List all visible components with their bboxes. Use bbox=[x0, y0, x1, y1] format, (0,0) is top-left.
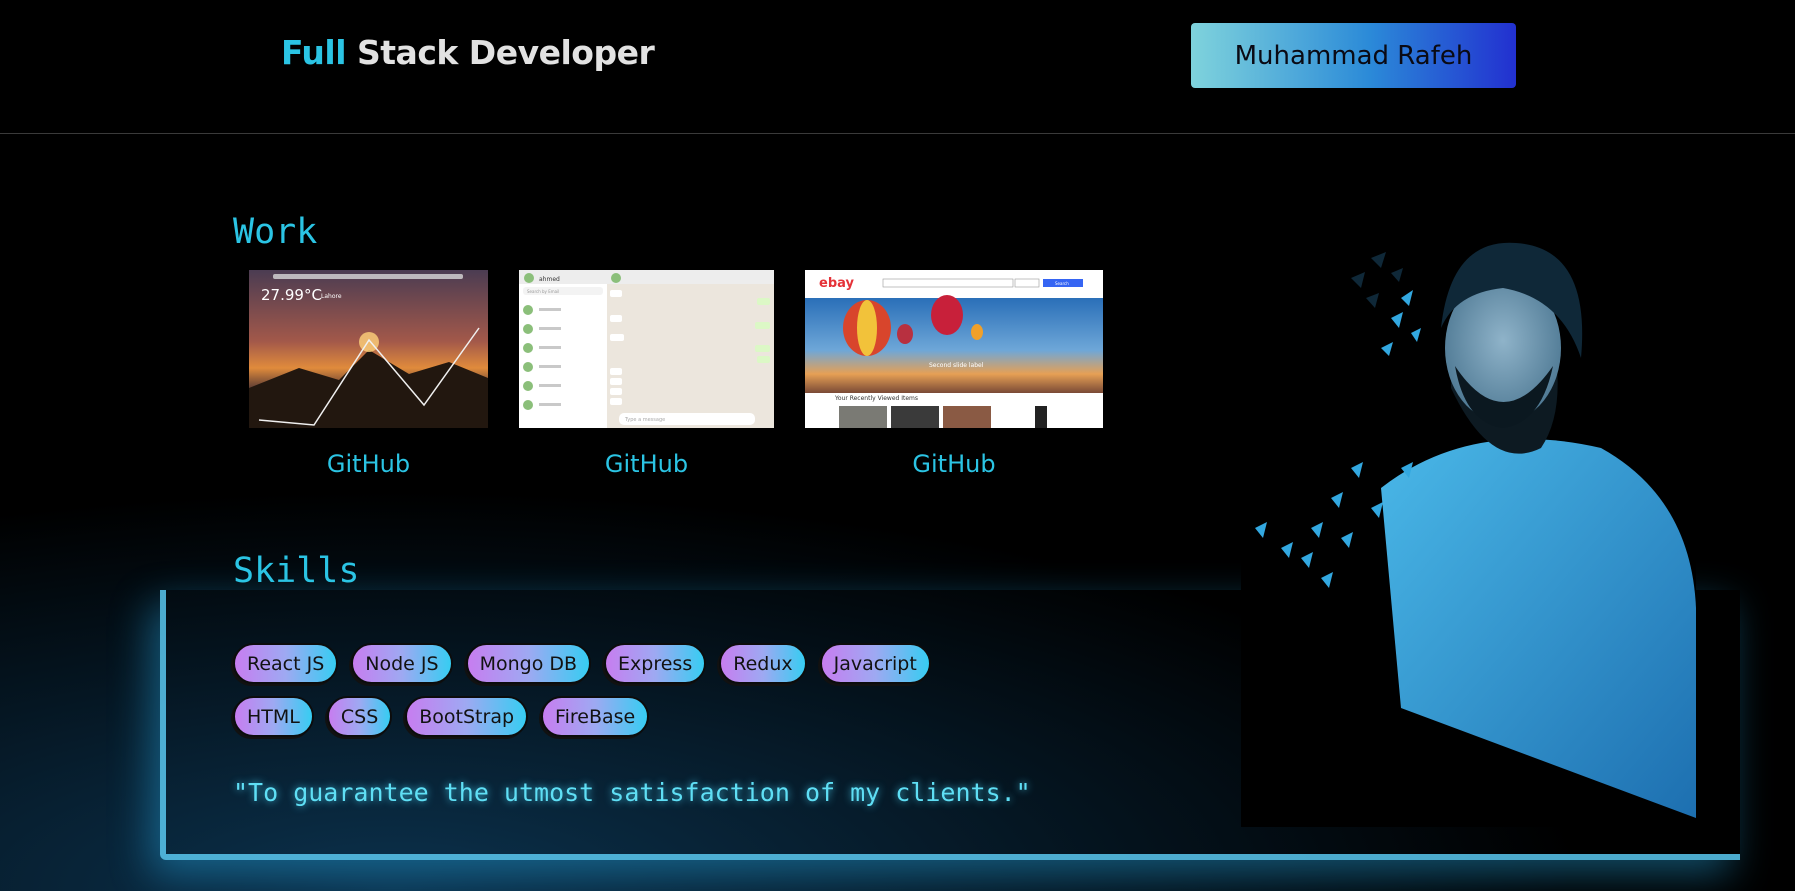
chat-message-placeholder: Type a message bbox=[624, 417, 665, 423]
chat-user-name: ahmed bbox=[539, 276, 560, 283]
skill-badge: Mongo DB bbox=[465, 643, 592, 684]
github-link[interactable]: GitHub bbox=[249, 450, 488, 478]
skills-heading: Skills bbox=[233, 551, 360, 591]
skill-badge: React JS bbox=[233, 643, 339, 684]
skills-row: HTML CSS BootStrap FireBase bbox=[233, 696, 953, 737]
site-title-accent: Full bbox=[281, 33, 347, 72]
ebay-section-title: Your Recently Viewed Items bbox=[834, 395, 918, 402]
github-link[interactable]: GitHub bbox=[519, 450, 774, 478]
ebay-logo: ebay bbox=[819, 276, 854, 291]
skill-badge: Express bbox=[604, 643, 707, 684]
weather-temperature: 27.99°C bbox=[261, 286, 322, 304]
project-thumbnail-chat[interactable]: ahmed Search by Email Type a message bbox=[519, 270, 774, 428]
skill-badge: FireBase bbox=[541, 696, 650, 737]
skill-badge: Redux bbox=[719, 643, 807, 684]
project-card-weather: 27.99°C Lahore GitHub bbox=[249, 270, 488, 478]
project-card-ebay: ebay Search Second slide label Your Rece… bbox=[805, 270, 1103, 478]
project-card-chat: ahmed Search by Email Type a message Git… bbox=[519, 270, 774, 478]
work-heading: Work bbox=[233, 212, 318, 252]
profile-portrait bbox=[1241, 238, 1696, 827]
weather-city: Lahore bbox=[321, 293, 342, 300]
mission-quote: "To guarantee the utmost satisfaction of… bbox=[233, 778, 1031, 807]
skill-badge: Node JS bbox=[351, 643, 453, 684]
skills-row: React JS Node JS Mongo DB Express Redux … bbox=[233, 643, 953, 684]
chat-search-placeholder: Search by Email bbox=[527, 289, 559, 294]
site-title-rest: Stack Developer bbox=[346, 33, 655, 72]
skill-badge: HTML bbox=[233, 696, 314, 737]
site-title: Full Stack Developer bbox=[281, 33, 655, 72]
top-navbar: Full Stack Developer Muhammad Rafeh bbox=[0, 0, 1795, 134]
skill-badge: BootStrap bbox=[405, 696, 529, 737]
project-thumbnail-ebay[interactable]: ebay Search Second slide label Your Rece… bbox=[805, 270, 1103, 428]
ebay-search-button: Search bbox=[1055, 281, 1069, 286]
skill-badge: Javacript bbox=[819, 643, 931, 684]
github-link[interactable]: GitHub bbox=[805, 450, 1103, 478]
skill-badge: CSS bbox=[326, 696, 393, 737]
project-thumbnail-weather[interactable]: 27.99°C Lahore bbox=[249, 270, 488, 428]
name-button[interactable]: Muhammad Rafeh bbox=[1191, 23, 1516, 88]
ebay-banner-label: Second slide label bbox=[929, 362, 984, 369]
skills-list: React JS Node JS Mongo DB Express Redux … bbox=[233, 643, 953, 749]
